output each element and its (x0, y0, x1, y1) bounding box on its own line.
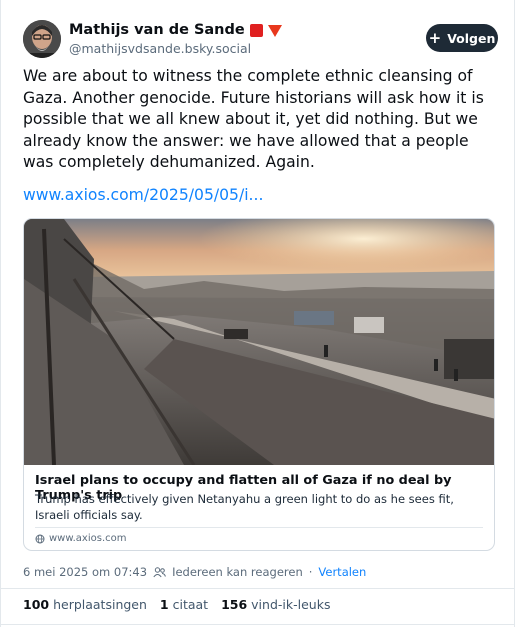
people-icon (153, 566, 166, 577)
post-stats: 100 herplaatsingen 1 citaat 156 vind-ik-… (23, 597, 330, 612)
meta-separator: · (308, 565, 313, 579)
post-timestamp[interactable]: 6 mei 2025 om 07:43 (23, 565, 147, 579)
stats-bottom-divider (1, 624, 515, 625)
author-display-name-row[interactable]: Mathijs van de Sande (69, 22, 282, 39)
link-preview-card[interactable]: Israel plans to occupy and flatten all o… (23, 218, 495, 551)
likes-count: 156 (221, 597, 248, 612)
post-container: Mathijs van de Sande @mathijsvdsande.bsk… (0, 0, 515, 627)
link-card-divider (35, 527, 483, 528)
link-preview-image (24, 219, 494, 465)
quotes-label: citaat (172, 597, 209, 612)
reply-setting[interactable]: Iedereen kan reageren (172, 565, 303, 579)
follow-button-label: Volgen (447, 30, 496, 46)
link-card-domain: www.axios.com (49, 533, 127, 544)
quotes-stat[interactable]: 1 citaat (160, 597, 208, 612)
reposts-stat[interactable]: 100 herplaatsingen (23, 597, 147, 612)
reposts-count: 100 (23, 597, 50, 612)
author-names: Mathijs van de Sande @mathijsvdsande.bsk… (69, 22, 282, 56)
follow-button[interactable]: + Volgen (426, 24, 498, 52)
likes-stat[interactable]: 156 vind-ik-leuks (221, 597, 330, 612)
post-link[interactable]: www.axios.com/2025/05/05/i... (23, 186, 263, 204)
link-card-description: Trump has effectively given Netanyahu a … (35, 492, 454, 522)
author-handle[interactable]: @mathijsvdsande.bsky.social (69, 41, 282, 56)
globe-icon (35, 534, 45, 543)
post-text: We are about to witness the complete eth… (23, 67, 484, 171)
bearded-man-avatar-icon (23, 20, 61, 58)
likes-label: vind-ik-leuks (251, 597, 331, 612)
translate-link[interactable]: Vertalen (318, 565, 366, 579)
post-header: Mathijs van de Sande @mathijsvdsande.bsk… (23, 20, 498, 60)
author-display-name[interactable]: Mathijs van de Sande (69, 22, 245, 39)
link-card-domain-row: www.axios.com (35, 533, 127, 544)
red-square-icon (249, 24, 263, 37)
plus-icon: + (428, 29, 442, 47)
reposts-label: herplaatsingen (53, 597, 147, 612)
stats-top-divider (1, 588, 515, 589)
quotes-count: 1 (159, 597, 169, 612)
author-avatar[interactable] (23, 20, 61, 58)
red-triangle-icon (267, 25, 282, 37)
post-meta: 6 mei 2025 om 07:43 Iedereen kan reagere… (23, 565, 366, 579)
